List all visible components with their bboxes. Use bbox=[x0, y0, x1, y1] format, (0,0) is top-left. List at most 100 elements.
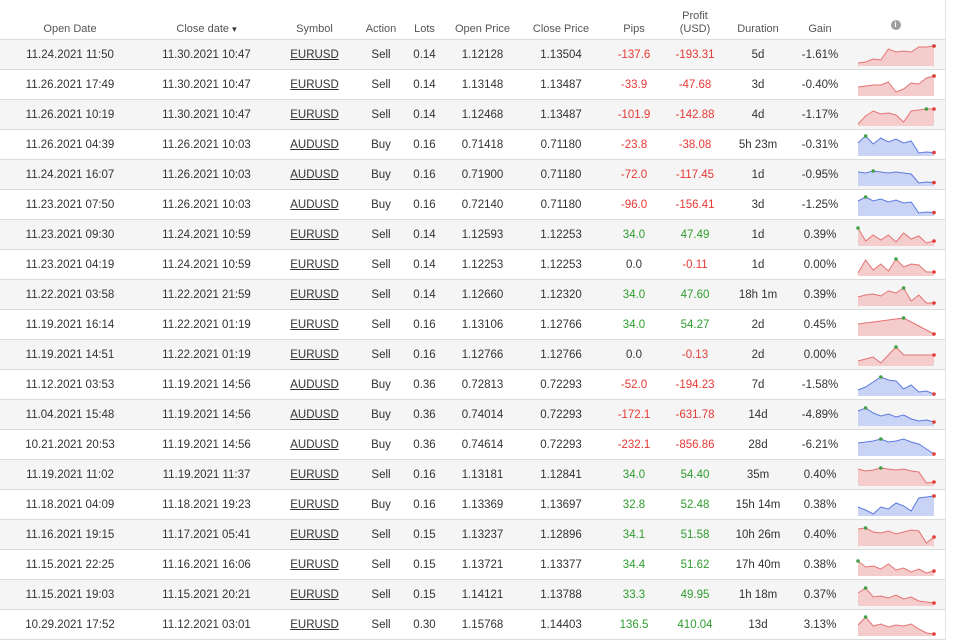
symbol-cell: EURUSD bbox=[273, 489, 356, 520]
table-row[interactable]: 11.18.2021 04:09 11.18.2021 19:23 EURUSD Bu… bbox=[0, 489, 945, 520]
close-date-cell: 11.24.2021 10:59 bbox=[162, 258, 251, 271]
symbol-link[interactable]: AUDUSD bbox=[290, 139, 339, 151]
header-duration[interactable]: Duration bbox=[722, 0, 794, 40]
action-cell: Buy bbox=[371, 138, 391, 151]
duration-cell: 14d bbox=[722, 399, 794, 430]
symbol-link[interactable]: EURUSD bbox=[290, 229, 339, 241]
gain-cell: -0.31% bbox=[794, 129, 846, 160]
symbol-link[interactable]: EURUSD bbox=[290, 619, 339, 631]
symbol-link[interactable]: EURUSD bbox=[290, 469, 339, 481]
table-row[interactable]: 11.19.2021 16:14 11.22.2021 01:19 EURUSD Se… bbox=[0, 309, 945, 340]
symbol-link[interactable]: EURUSD bbox=[290, 79, 339, 91]
header-lots[interactable]: Lots bbox=[406, 0, 443, 40]
sparkline-cell bbox=[846, 459, 945, 490]
symbol-link[interactable]: EURUSD bbox=[290, 289, 339, 301]
open-date-cell: 11.26.2021 17:49 bbox=[0, 69, 140, 100]
symbol-link[interactable]: EURUSD bbox=[290, 559, 339, 571]
table-row[interactable]: 11.24.2021 11:50 11.30.2021 10:47 EURUSD Se… bbox=[0, 39, 945, 70]
table-row[interactable]: 11.22.2021 03:58 11.22.2021 21:59 EURUSD Se… bbox=[0, 279, 945, 310]
table-row[interactable]: 11.23.2021 09:30 11.24.2021 10:59 EURUSD Se… bbox=[0, 219, 945, 250]
profit-sparkline bbox=[857, 133, 936, 156]
header-open-price[interactable]: Open Price bbox=[443, 0, 522, 40]
duration-cell: 14d bbox=[748, 408, 768, 421]
table-row[interactable]: 11.15.2021 22:25 11.16.2021 16:06 EURUSD Se… bbox=[0, 549, 945, 580]
table-row[interactable]: 11.16.2021 19:15 11.17.2021 05:41 EURUSD Se… bbox=[0, 519, 945, 550]
table-row[interactable]: 10.29.2021 17:52 11.12.2021 03:01 EURUSD Se… bbox=[0, 609, 945, 640]
close-price-cell: 0.72293 bbox=[522, 399, 600, 430]
open-price-cell: 0.74614 bbox=[461, 438, 504, 451]
close-date-cell: 11.30.2021 10:47 bbox=[140, 99, 273, 130]
profit-cell: -0.11 bbox=[682, 258, 708, 271]
pips-cell: -33.9 bbox=[620, 78, 648, 91]
header-close-price[interactable]: Close Price bbox=[522, 0, 600, 40]
header-action[interactable]: Action bbox=[356, 0, 406, 40]
profit-cell: 47.49 bbox=[680, 228, 710, 241]
header-pips[interactable]: Pips bbox=[600, 0, 668, 40]
symbol-link[interactable]: AUDUSD bbox=[290, 199, 339, 211]
table-row[interactable]: 11.23.2021 07:50 11.26.2021 10:03 AUDUSD Bu… bbox=[0, 189, 945, 220]
open-price-cell: 0.71418 bbox=[461, 138, 504, 151]
symbol-link[interactable]: EURUSD bbox=[290, 349, 339, 361]
header-gain[interactable]: Gain bbox=[794, 0, 846, 40]
symbol-link[interactable]: AUDUSD bbox=[290, 379, 339, 391]
sparkline-cell bbox=[846, 339, 945, 370]
header-symbol[interactable]: Symbol bbox=[273, 0, 356, 40]
close-date-cell: 11.22.2021 01:19 bbox=[162, 348, 251, 361]
lots-cell: 0.14 bbox=[406, 99, 443, 130]
table-row[interactable]: 11.19.2021 14:51 11.22.2021 01:19 EURUSD Se… bbox=[0, 339, 945, 370]
symbol-link[interactable]: EURUSD bbox=[290, 499, 339, 511]
lots-cell: 0.14 bbox=[406, 39, 443, 70]
gain-cell: -0.40% bbox=[801, 78, 839, 91]
symbol-link[interactable]: EURUSD bbox=[290, 109, 339, 121]
gain-cell: 3.13% bbox=[794, 609, 846, 640]
sparkline-area bbox=[857, 495, 934, 516]
table-row[interactable]: 11.26.2021 17:49 11.30.2021 10:47 EURUSD Se… bbox=[0, 69, 945, 100]
symbol-link[interactable]: EURUSD bbox=[290, 259, 339, 271]
symbol-link[interactable]: AUDUSD bbox=[290, 409, 339, 421]
action-cell: Buy bbox=[371, 408, 391, 421]
symbol-link[interactable]: EURUSD bbox=[290, 529, 339, 541]
pips-cell: 34.0 bbox=[622, 288, 646, 301]
pips-cell: 0.0 bbox=[600, 249, 668, 280]
header-open-date[interactable]: Open Date bbox=[0, 0, 140, 40]
table-row[interactable]: 11.19.2021 11:02 11.19.2021 11:37 EURUSD Se… bbox=[0, 459, 945, 490]
open-price-cell: 1.14121 bbox=[461, 588, 504, 601]
gain-cell: 0.00% bbox=[803, 348, 837, 361]
lots-cell: 0.36 bbox=[413, 408, 436, 421]
table-row[interactable]: 11.23.2021 04:19 11.24.2021 10:59 EURUSD Se… bbox=[0, 249, 945, 280]
action-cell: Buy bbox=[356, 369, 406, 400]
close-price-cell: 1.13487 bbox=[522, 99, 600, 130]
table-row[interactable]: 10.21.2021 20:53 11.19.2021 14:56 AUDUSD Bu… bbox=[0, 429, 945, 460]
duration-cell: 10h 26m bbox=[735, 528, 781, 541]
symbol-link[interactable]: AUDUSD bbox=[290, 439, 339, 451]
close-price-cell: 1.13788 bbox=[540, 588, 582, 601]
symbol-link[interactable]: EURUSD bbox=[290, 319, 339, 331]
duration-cell: 18h 1m bbox=[722, 279, 794, 310]
symbol-link[interactable]: AUDUSD bbox=[290, 169, 339, 181]
pips-cell: 34.0 bbox=[600, 219, 668, 250]
pips-cell: 34.0 bbox=[600, 279, 668, 310]
table-row[interactable]: 11.04.2021 15:48 11.19.2021 14:56 AUDUSD Bu… bbox=[0, 399, 945, 430]
header-close-date[interactable]: Close date ▾ bbox=[140, 0, 273, 40]
table-row[interactable]: 11.26.2021 10:19 11.30.2021 10:47 EURUSD Se… bbox=[0, 99, 945, 130]
close-price-cell: 1.13377 bbox=[522, 549, 600, 580]
duration-cell: 17h 40m bbox=[735, 558, 781, 571]
close-date-cell: 11.26.2021 10:03 bbox=[162, 198, 251, 211]
symbol-link[interactable]: EURUSD bbox=[290, 589, 339, 601]
action-cell: Sell bbox=[356, 549, 406, 580]
close-date-cell: 11.12.2021 03:01 bbox=[162, 618, 251, 631]
profit-cell: -193.31 bbox=[675, 48, 715, 61]
table-row[interactable]: 11.12.2021 03:53 11.19.2021 14:56 AUDUSD Bu… bbox=[0, 369, 945, 400]
table-row[interactable]: 11.24.2021 16:07 11.26.2021 10:03 AUDUSD Bu… bbox=[0, 159, 945, 190]
header-profit[interactable]: Profit (USD) bbox=[668, 0, 722, 40]
sparkline-cell bbox=[846, 189, 945, 220]
info-icon[interactable]: i bbox=[890, 20, 901, 30]
gain-cell: 0.45% bbox=[803, 318, 837, 331]
table-row[interactable]: 11.15.2021 19:03 11.15.2021 20:21 EURUSD Se… bbox=[0, 579, 945, 610]
gain-cell: 0.45% bbox=[794, 309, 846, 340]
pips-cell: 34.0 bbox=[622, 468, 646, 481]
close-date-cell: 11.15.2021 20:21 bbox=[162, 588, 251, 601]
symbol-link[interactable]: EURUSD bbox=[290, 49, 339, 61]
pips-cell: -96.0 bbox=[620, 198, 648, 211]
table-row[interactable]: 11.26.2021 04:39 11.26.2021 10:03 AUDUSD Bu… bbox=[0, 129, 945, 160]
